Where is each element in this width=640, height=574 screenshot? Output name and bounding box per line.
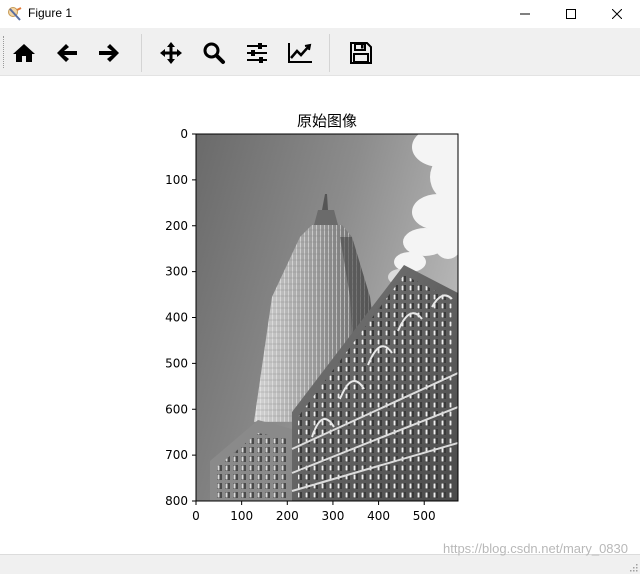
x-tick-label: 500 xyxy=(413,509,436,523)
x-tick-label: 200 xyxy=(276,509,299,523)
chart-line-icon xyxy=(288,43,312,63)
y-tick-label: 100 xyxy=(165,173,188,187)
home-button[interactable] xyxy=(6,36,42,70)
zoom-button[interactable] xyxy=(196,36,232,70)
y-tick-label: 200 xyxy=(165,219,188,233)
toolbar-separator xyxy=(141,34,142,72)
maximize-button[interactable] xyxy=(548,0,594,28)
y-tick-label: 400 xyxy=(165,311,188,325)
navigation-toolbar xyxy=(0,28,640,76)
move-icon xyxy=(160,42,182,64)
y-tick-label: 0 xyxy=(180,127,188,141)
arrow-left-icon xyxy=(57,44,77,62)
close-icon xyxy=(612,9,622,19)
figure-canvas[interactable]: 原始图像 0 100 200 300 400 500 0 100 200 300… xyxy=(0,77,640,554)
x-tick-label: 300 xyxy=(321,509,344,523)
arrow-right-icon xyxy=(99,44,119,62)
y-tick-label: 500 xyxy=(165,356,188,370)
matplotlib-app-icon xyxy=(8,7,22,21)
save-button[interactable] xyxy=(343,36,379,70)
window-title: Figure 1 xyxy=(28,6,73,20)
subplots-button[interactable] xyxy=(239,36,275,70)
x-axis: 0 100 200 300 400 500 xyxy=(192,501,436,523)
close-button[interactable] xyxy=(594,0,640,28)
home-icon xyxy=(13,44,35,62)
y-axis: 0 100 200 300 400 500 600 700 800 xyxy=(165,127,196,508)
minimize-button[interactable] xyxy=(502,0,548,28)
status-bar: https://blog.csdn.net/mary_0830 xyxy=(0,541,640,574)
minimize-icon xyxy=(520,13,530,15)
x-tick-label: 0 xyxy=(192,509,200,523)
x-tick-label: 400 xyxy=(367,509,390,523)
back-button[interactable] xyxy=(49,36,85,70)
edit-axis-button[interactable] xyxy=(282,36,318,70)
y-tick-label: 800 xyxy=(165,494,188,508)
magnifier-icon xyxy=(203,42,225,64)
forward-button[interactable] xyxy=(91,36,127,70)
floppy-disk-icon xyxy=(350,42,372,64)
pan-button[interactable] xyxy=(153,36,189,70)
sliders-icon xyxy=(247,43,267,63)
x-tick-label: 100 xyxy=(230,509,253,523)
image-axes: 0 100 200 300 400 500 0 100 200 300 400 500 600 700 8… xyxy=(165,127,459,523)
watermark-text: https://blog.csdn.net/mary_0830 xyxy=(442,541,628,556)
grayscale-photo xyxy=(196,134,458,501)
y-tick-label: 300 xyxy=(165,265,188,279)
maximize-icon xyxy=(566,9,576,19)
resize-grip-icon[interactable] xyxy=(628,562,638,572)
y-tick-label: 600 xyxy=(165,402,188,416)
toolbar-separator xyxy=(329,34,330,72)
title-bar: Figure 1 xyxy=(0,0,640,28)
y-tick-label: 700 xyxy=(165,448,188,462)
